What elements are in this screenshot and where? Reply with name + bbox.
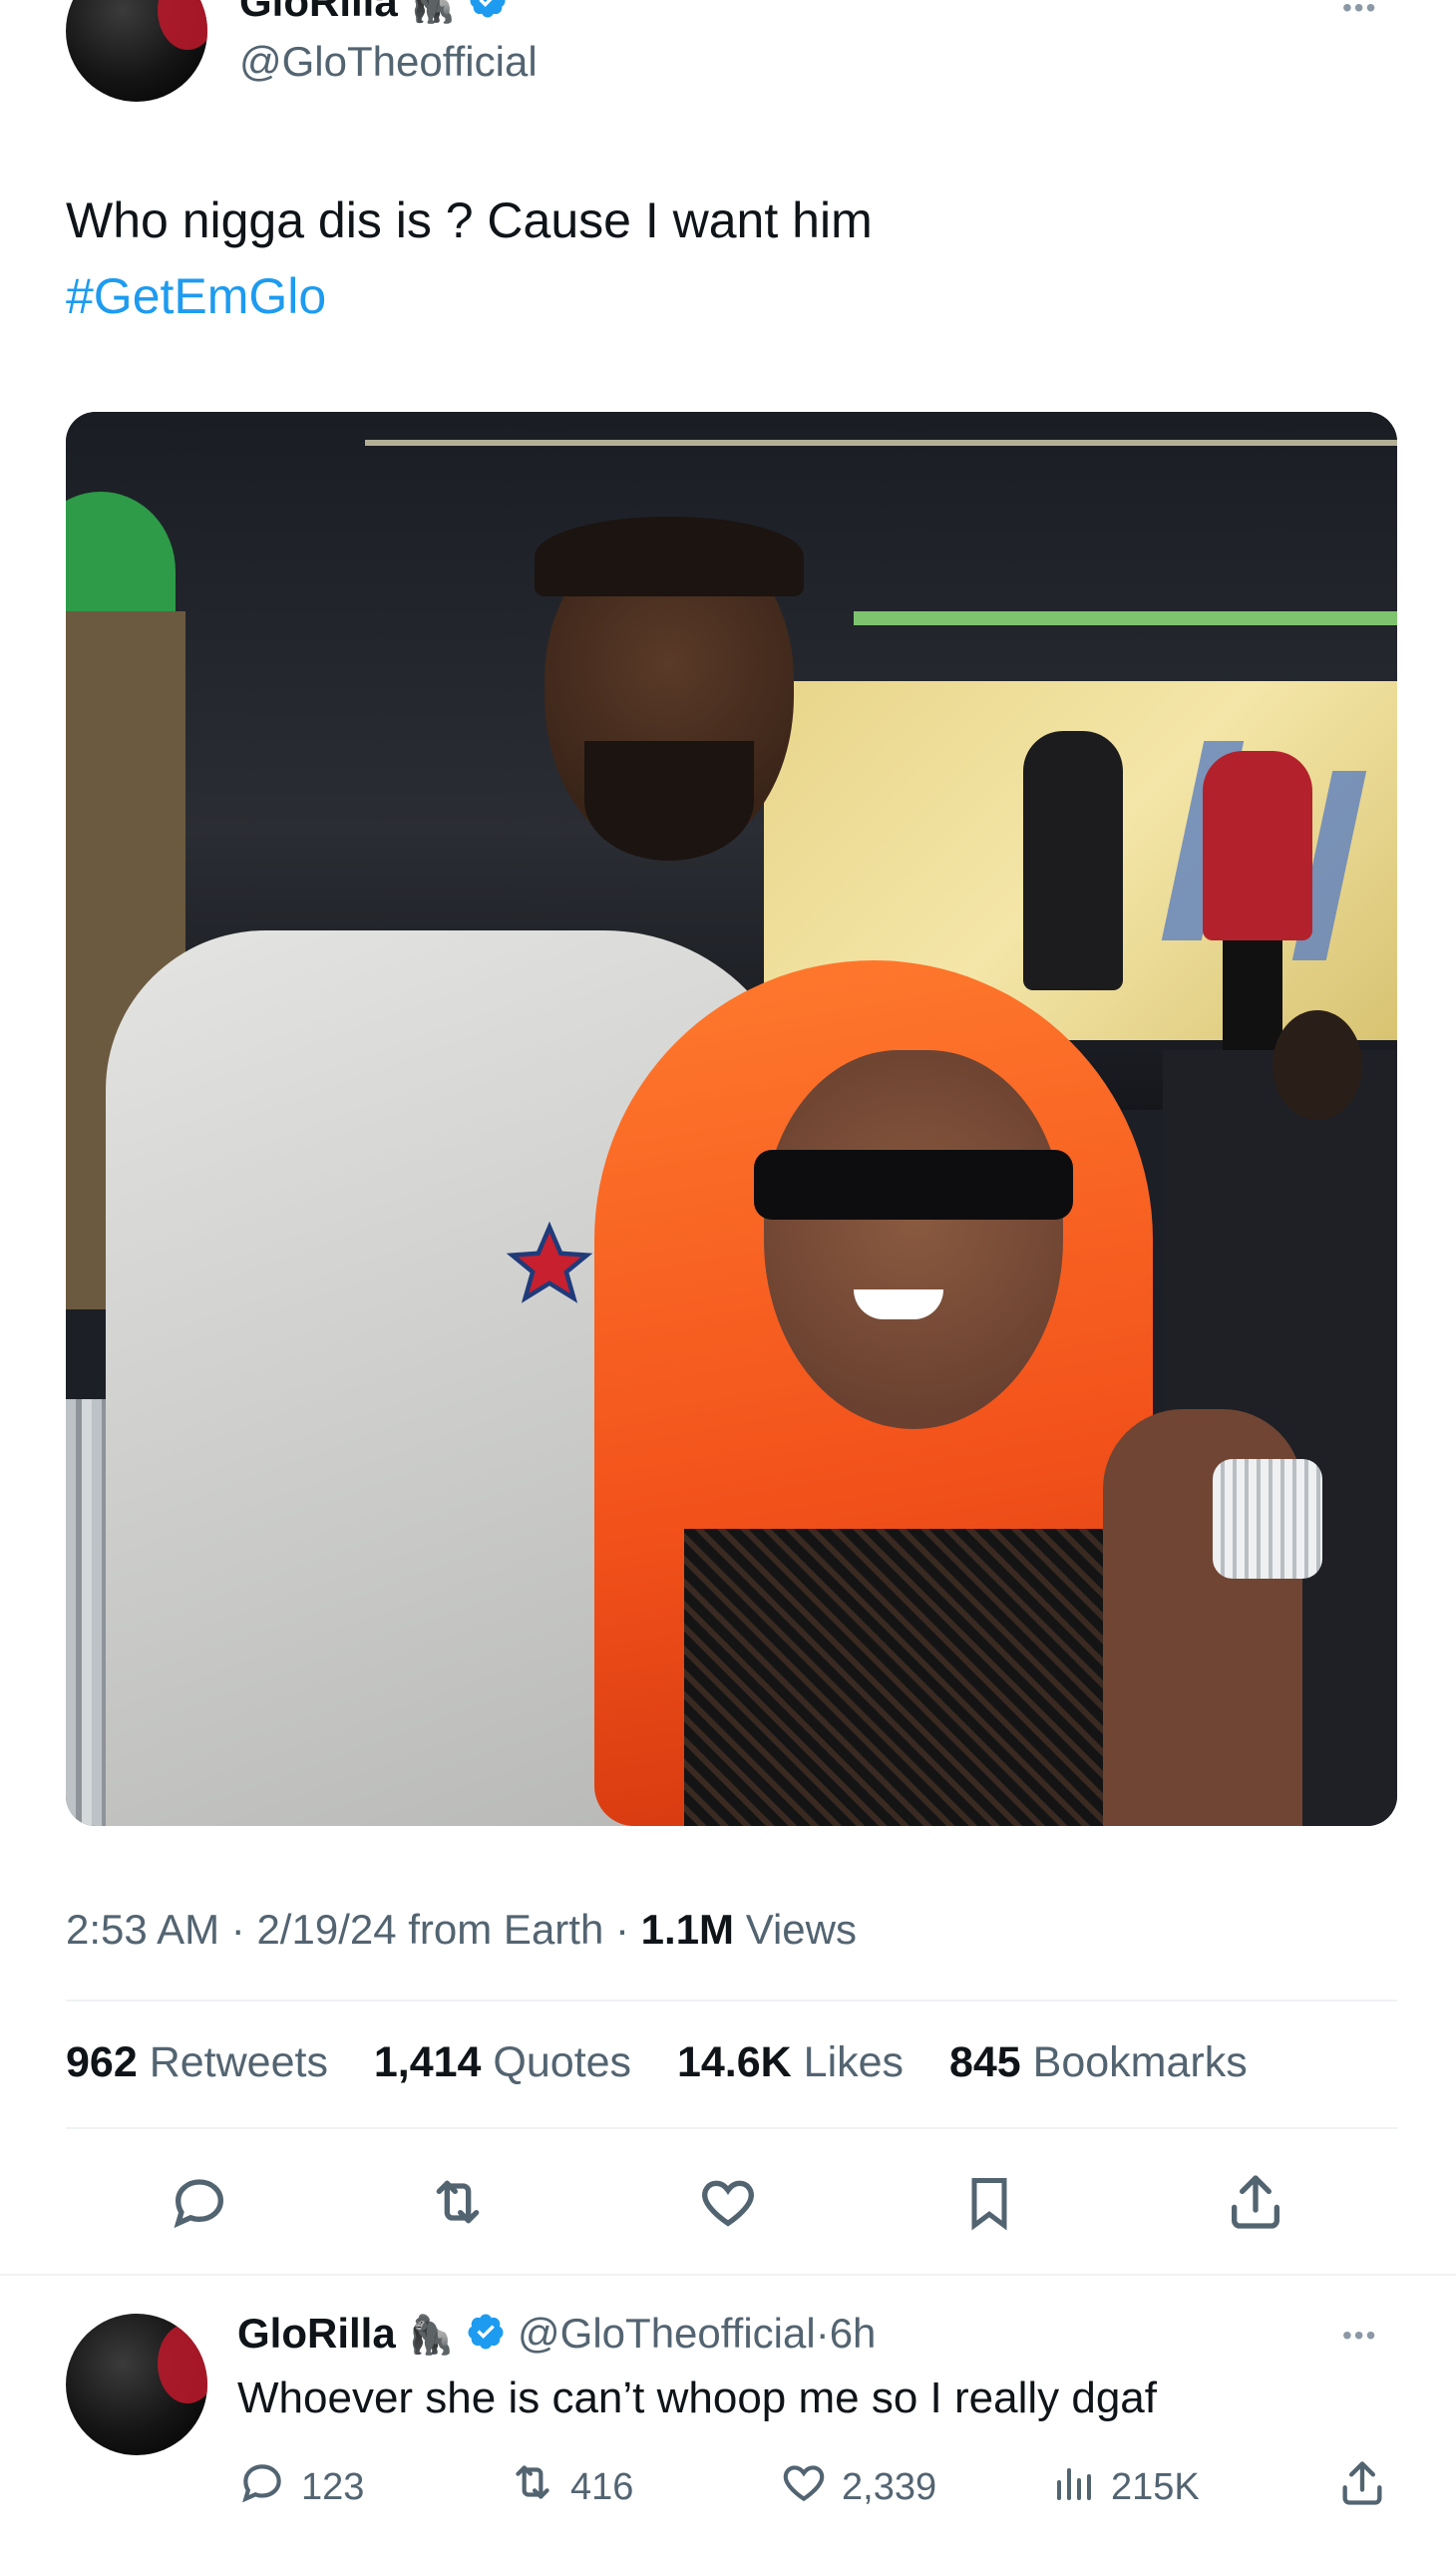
- reply-author-name[interactable]: GloRilla: [237, 2310, 396, 2357]
- reply-share-icon[interactable]: [1336, 2457, 1388, 2514]
- share-icon[interactable]: [1224, 2170, 1287, 2234]
- verified-badge-icon: [468, 0, 508, 30]
- reply-avatar[interactable]: [66, 2314, 207, 2455]
- divider: [66, 2127, 1397, 2129]
- like-count: 2,339: [842, 2465, 937, 2508]
- retweet-icon: [507, 2457, 558, 2517]
- stats-row: 962 Retweets 1,414 Quotes 14.6K Likes 84…: [66, 2038, 1248, 2087]
- more-options-icon[interactable]: •••: [1342, 0, 1377, 24]
- woman-top: [684, 1529, 1163, 1826]
- reply-like-button[interactable]: 2,339: [778, 2457, 936, 2517]
- views-icon: [1051, 2457, 1099, 2517]
- stat-retweets[interactable]: 962 Retweets: [66, 2038, 328, 2086]
- views-count: 215K: [1111, 2465, 1200, 2508]
- tweet-text: Who nigga dis is ? Cause I want him: [66, 192, 873, 248]
- gorilla-icon: 🦍: [407, 2315, 455, 2357]
- reply-time[interactable]: 6h: [830, 2310, 877, 2357]
- verified-badge-icon: [466, 2312, 506, 2362]
- author-handle[interactable]: @GloTheofficial: [239, 38, 538, 86]
- tweet-source: from Earth: [408, 1906, 604, 1953]
- sunglasses: [754, 1150, 1073, 1220]
- reply-more-options-icon[interactable]: •••: [1342, 2320, 1377, 2352]
- reply-retweet-button[interactable]: 416: [507, 2457, 633, 2517]
- retweet-icon[interactable]: [424, 2170, 492, 2234]
- reply-reply-button[interactable]: 123: [237, 2457, 364, 2517]
- gorilla-icon: 🦍: [409, 0, 457, 25]
- divider: [0, 2274, 1456, 2276]
- reply-count: 123: [301, 2465, 365, 2508]
- views-count: 1.1M: [640, 1906, 735, 1953]
- retweet-count: 416: [570, 2465, 634, 2508]
- tweet-photo[interactable]: [66, 412, 1397, 1826]
- like-icon: [778, 2457, 830, 2517]
- reply-views-button[interactable]: 215K: [1051, 2457, 1200, 2517]
- reply-header: GloRilla 🦍 @GloTheofficial·6h: [237, 2310, 876, 2362]
- stat-quotes[interactable]: 1,414 Quotes: [374, 2038, 631, 2086]
- tweet-date[interactable]: 2/19/24: [256, 1906, 396, 1953]
- stat-likes[interactable]: 14.6K Likes: [677, 2038, 904, 2086]
- author-name[interactable]: GloRilla 🦍: [239, 0, 508, 30]
- watch: [1213, 1459, 1322, 1579]
- views-label: Views: [745, 1906, 857, 1953]
- reply-author-handle[interactable]: @GloTheofficial: [518, 2310, 816, 2357]
- like-icon[interactable]: [695, 2170, 761, 2234]
- tweet-meta: 2:53 AM · 2/19/24 from Earth · 1.1M View…: [66, 1906, 857, 1953]
- hashtag-link[interactable]: #GetEmGlo: [66, 267, 326, 325]
- stat-bookmarks[interactable]: 845 Bookmarks: [949, 2038, 1248, 2086]
- all-star-logo-icon: [505, 1220, 594, 1309]
- reply-icon: [237, 2457, 287, 2517]
- tweet-time[interactable]: 2:53 AM: [66, 1906, 219, 1953]
- author-avatar[interactable]: [66, 0, 207, 102]
- reply-icon[interactable]: [168, 2170, 231, 2234]
- reply-text: Whoever she is can’t whoop me so I reall…: [237, 2373, 1158, 2422]
- divider: [66, 2000, 1397, 2002]
- bookmark-icon[interactable]: [959, 2170, 1019, 2236]
- woman-face: [764, 1050, 1063, 1429]
